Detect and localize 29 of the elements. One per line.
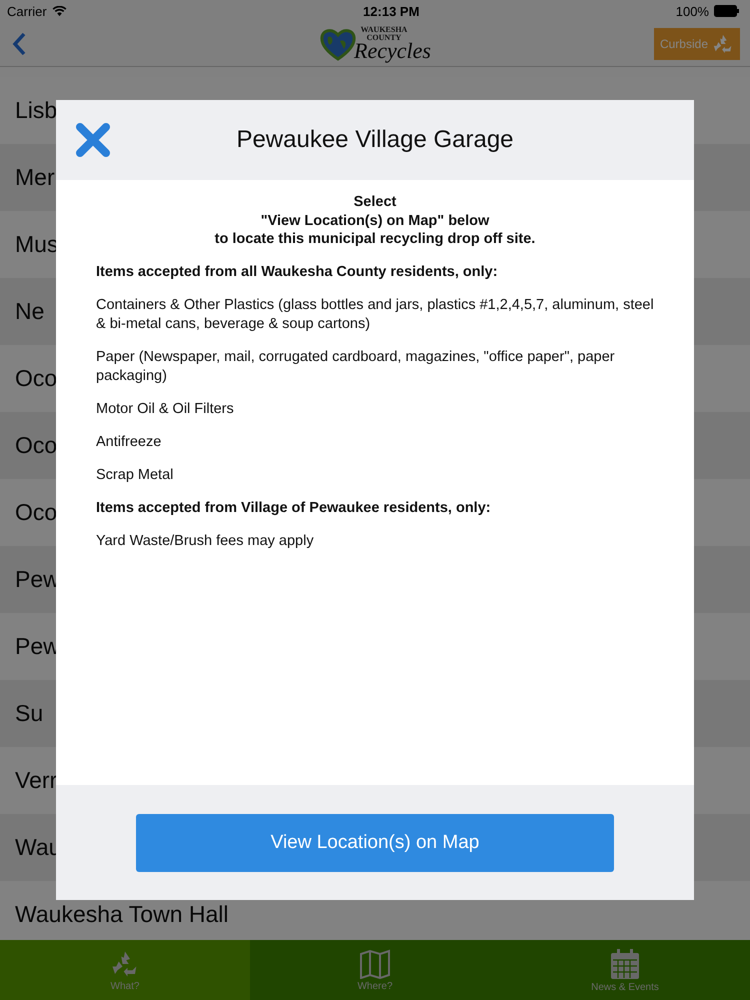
close-icon[interactable]	[75, 122, 111, 158]
section-heading: Items accepted from all Waukesha County residents, only:	[96, 262, 499, 282]
logo-script-text: Recycles	[354, 40, 431, 62]
logo-text: COUNTY	[366, 34, 402, 42]
accepted-item-text: Containers & Other Plastics (glass bottles and jars, plastics #1,2,4,5,7, aluminum, steel & bi-metal cans, beverage & soup cartons)	[96, 296, 654, 334]
logo-text: WAUKESHA	[360, 26, 408, 34]
accepted-item-text: Paper (Newspaper, mail, corrugated cardboard, magazines, "office paper", paper packaging)	[96, 348, 616, 386]
instruction-text: Select	[354, 193, 396, 212]
wifi-icon	[52, 6, 67, 16]
accepted-item-text: Yard Waste/Brush fees may apply	[96, 532, 315, 550]
map-icon	[359, 948, 391, 978]
back-icon[interactable]	[12, 32, 26, 56]
accepted-item-text: Antifreeze	[96, 432, 162, 452]
tab[interactable]: What?	[0, 940, 250, 1000]
status-time: 12:13 PM	[362, 4, 420, 18]
curbside-button[interactable]: Curbside	[654, 28, 740, 60]
dialog-title: Pewaukee Village Garage	[236, 126, 514, 154]
heart-globe-icon	[320, 27, 356, 61]
instruction-text: "View Location(s) on Map" below	[260, 212, 490, 230]
view-map-button[interactable]: View Location(s) on Map	[136, 814, 614, 872]
carrier-label: Carrier	[7, 4, 47, 18]
recycle-icon	[712, 33, 734, 55]
accepted-item-text: Scrap Metal	[96, 466, 174, 484]
accepted-item-text: Motor Oil & Oil Filters	[96, 400, 235, 418]
instruction-text: to locate this municipal recycling drop off site.	[214, 230, 536, 248]
calendar-icon	[610, 948, 640, 980]
battery-icon	[714, 5, 740, 17]
section-heading: Items accepted from Village of Pewaukee residents, only:	[96, 498, 492, 518]
battery-label: 100%	[676, 4, 709, 18]
